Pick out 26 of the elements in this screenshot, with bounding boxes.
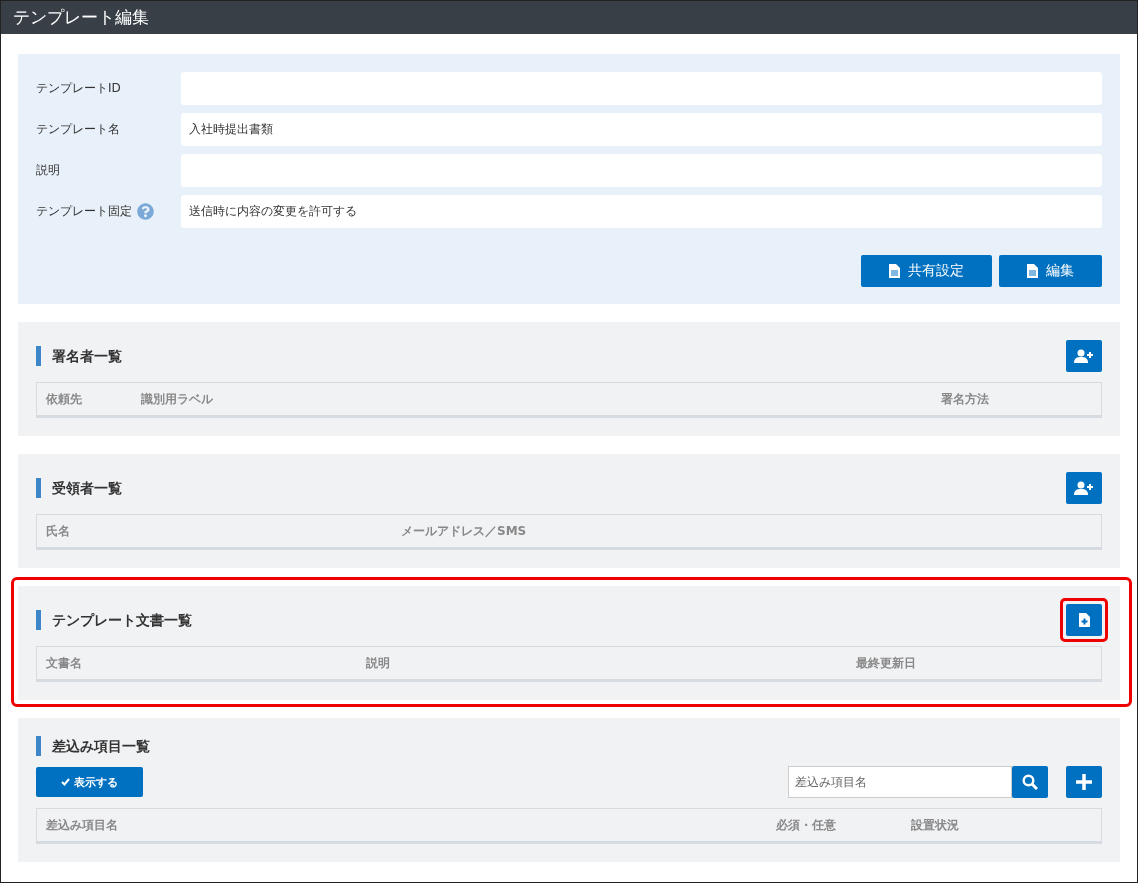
section-title: 受領者一覧 — [36, 478, 122, 498]
column-header: 氏名 — [46, 522, 71, 540]
column-header: 必須・任意 — [776, 816, 837, 834]
field-label: テンプレート名 — [36, 121, 120, 138]
show-toggle-button[interactable]: 表示する — [36, 767, 143, 797]
column-header: 差込み項目名 — [46, 816, 119, 834]
column-header: 署名方法 — [941, 390, 990, 408]
field-label: テンプレート固定 — [36, 203, 132, 220]
field-label: テンプレートID — [36, 80, 121, 97]
column-header: 設置状況 — [911, 816, 960, 834]
column-header: 説明 — [366, 654, 391, 672]
input-field[interactable]: 入社時提出書類 — [181, 113, 1102, 146]
column-header: 文書名 — [46, 654, 83, 672]
window-title: テンプレート編集 — [13, 6, 149, 29]
section-title: テンプレート文書一覧 — [36, 610, 192, 630]
column-header: メールアドレス／SMS — [401, 522, 528, 540]
column-header: 最終更新日 — [856, 654, 917, 672]
input-field[interactable]: 送信時に内容の変更を許可する — [181, 195, 1102, 228]
search-field[interactable]: 差込み項目名 — [788, 766, 1012, 798]
section-title: 差込み項目一覧 — [36, 736, 150, 756]
column-header: 識別用ラベル — [141, 390, 214, 408]
section-title: 署名者一覧 — [36, 346, 122, 366]
field-label: 説明 — [36, 162, 60, 179]
edit-button[interactable]: 編集 — [999, 255, 1102, 287]
column-header: 依頼先 — [46, 390, 83, 408]
share-settings-button[interactable]: 共有設定 — [861, 255, 992, 287]
